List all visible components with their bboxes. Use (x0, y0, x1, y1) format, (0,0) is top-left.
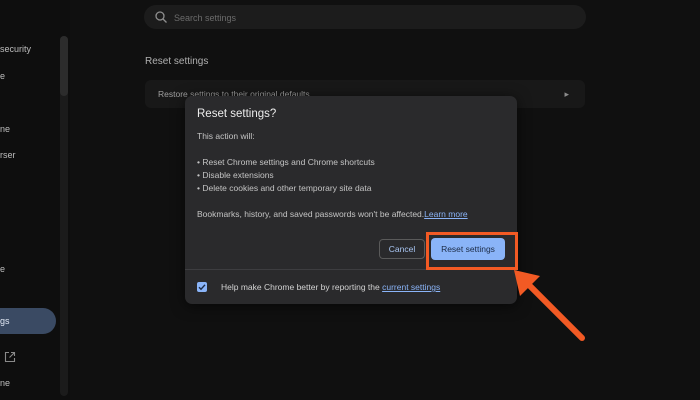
current-settings-link[interactable]: current settings (382, 282, 440, 292)
sidebar-item-about-chrome[interactable]: ne (0, 378, 10, 388)
dialog-note: Bookmarks, history, and saved passwords … (197, 209, 468, 219)
sidebar-item-accessibility[interactable]: e (0, 264, 5, 274)
chevron-right-icon: ▸ (564, 89, 569, 99)
sidebar-item-performance[interactable]: e (0, 71, 5, 81)
sidebar-scrollbar[interactable] (60, 36, 68, 396)
reset-settings-dialog: Reset settings? This action will: • Rese… (185, 96, 517, 304)
dialog-title: Reset settings? (197, 108, 277, 120)
search-bar[interactable] (144, 5, 586, 31)
external-link-icon[interactable] (4, 351, 16, 363)
arrow-icon (514, 270, 585, 341)
report-text: Help make Chrome better by reporting the (221, 282, 383, 292)
highlight-box (426, 232, 518, 270)
settings-page: security e ne rser e gs ne Reset setting… (0, 0, 700, 400)
report-label: Help make Chrome better by reporting the… (221, 282, 440, 292)
section-title: Reset settings (145, 56, 209, 67)
search-input[interactable] (172, 5, 576, 31)
sidebar: security e ne rser e gs ne (0, 0, 70, 400)
sidebar-item-privacy-security[interactable]: security (0, 44, 31, 54)
dialog-bullet-list: • Reset Chrome settings and Chrome short… (197, 156, 375, 195)
sidebar-item-default-browser[interactable]: rser (0, 150, 16, 160)
checkmark-icon (198, 284, 206, 291)
learn-more-link[interactable]: Learn more (424, 209, 467, 219)
cancel-button[interactable]: Cancel (379, 239, 425, 259)
sidebar-item-appearance[interactable]: ne (0, 124, 10, 134)
list-item: • Reset Chrome settings and Chrome short… (197, 157, 375, 167)
sidebar-item-reset-settings[interactable]: gs (0, 308, 56, 334)
report-checkbox[interactable] (197, 282, 207, 292)
dialog-note-text: Bookmarks, history, and saved passwords … (197, 209, 425, 219)
list-item: • Disable extensions (197, 170, 274, 180)
list-item: • Delete cookies and other temporary sit… (197, 183, 372, 193)
sidebar-item-label: gs (0, 316, 10, 326)
search-icon (155, 11, 167, 23)
scrollbar-thumb[interactable] (60, 36, 68, 96)
dialog-intro: This action will: (197, 131, 255, 141)
